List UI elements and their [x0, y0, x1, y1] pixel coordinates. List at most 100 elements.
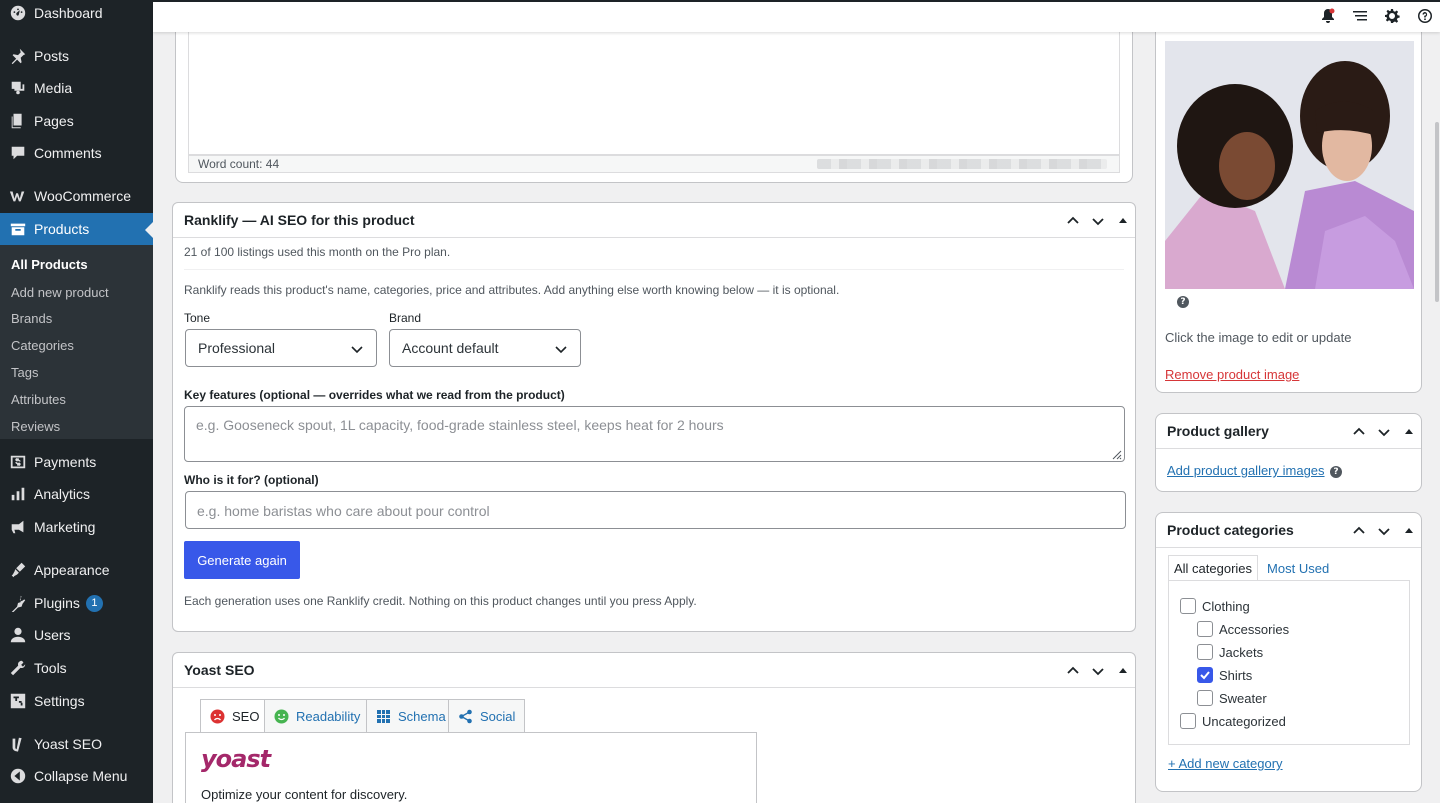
yoast-icon	[8, 734, 28, 754]
menu-users[interactable]: Users	[0, 619, 153, 651]
collapse-triangle-icon[interactable]	[1113, 211, 1132, 230]
menu-media[interactable]: Media	[0, 72, 153, 104]
menu-comments[interactable]: Comments	[0, 137, 153, 169]
checkbox[interactable]	[1197, 621, 1213, 637]
image-edit-hint: Click the image to edit or update	[1165, 330, 1352, 345]
submenu-tags[interactable]: Tags	[11, 365, 38, 380]
collapse-triangle-icon[interactable]	[1113, 661, 1132, 680]
menu-tools[interactable]: Tools	[0, 652, 153, 684]
users-icon	[8, 625, 28, 645]
features-label: Key features (optional — overrides what …	[184, 388, 565, 402]
menu-label: Comments	[34, 145, 102, 161]
submenu-reviews[interactable]: Reviews	[11, 419, 60, 434]
category-label: Sweater	[1219, 690, 1267, 706]
menu-settings[interactable]: Settings	[0, 685, 153, 717]
add-gallery-images-link[interactable]: Add product gallery images	[1167, 463, 1325, 478]
chevron-up-icon[interactable]	[1063, 661, 1082, 680]
chevron-down-icon[interactable]	[1088, 661, 1107, 680]
menu-appearance[interactable]: Appearance	[0, 554, 153, 586]
tab-all-categories[interactable]: All categories	[1168, 555, 1259, 581]
content-editor-area[interactable]	[188, 21, 1120, 155]
remove-product-image-link[interactable]: Remove product image	[1165, 367, 1299, 382]
category-uncategorized[interactable]: Uncategorized	[1180, 713, 1286, 729]
notification-bell-icon[interactable]	[1320, 8, 1336, 24]
page-scrollbar[interactable]	[1434, 32, 1440, 803]
key-features-textarea[interactable]: e.g. Gooseneck spout, 1L capacity, food-…	[184, 406, 1125, 462]
admin-sidebar: Dashboard Posts Media Pages Comments Woo…	[0, 0, 153, 803]
help-icon[interactable]: ?	[1330, 466, 1342, 478]
tab-readability[interactable]: Readability	[264, 699, 371, 732]
grid-icon	[376, 709, 391, 724]
settings-icon	[8, 691, 28, 711]
chevron-down-icon[interactable]	[1088, 211, 1107, 230]
add-new-category-link[interactable]: + Add new category	[1168, 756, 1283, 771]
audience-input[interactable]: e.g. home baristas who care about pour c…	[185, 491, 1126, 529]
menu-woocommerce[interactable]: WooCommerce	[0, 180, 153, 212]
product-image-box: ? Click the image to edit or update Remo…	[1155, 20, 1422, 393]
collapse-triangle-icon[interactable]	[1399, 422, 1418, 441]
word-count: Word count: 44	[198, 157, 280, 171]
submenu-add-new-product[interactable]: Add new product	[11, 285, 109, 300]
plugins-update-badge: 1	[85, 594, 103, 612]
resize-grip-icon[interactable]	[1110, 447, 1122, 460]
ranklify-metabox: Ranklify — AI SEO for this product 21 of…	[172, 202, 1136, 632]
help-icon[interactable]	[1417, 8, 1433, 24]
menu-collapse[interactable]: Collapse Menu	[0, 760, 153, 792]
menu-dashboard[interactable]: Dashboard	[0, 0, 153, 29]
menu-yoast-seo[interactable]: Yoast SEO	[0, 728, 153, 760]
chevron-down-icon[interactable]	[1374, 422, 1393, 441]
category-sweater[interactable]: Sweater	[1197, 690, 1267, 706]
scrollbar-thumb[interactable]	[1435, 122, 1439, 302]
category-shirts[interactable]: Shirts	[1197, 667, 1252, 683]
submenu-brands[interactable]: Brands	[11, 311, 52, 326]
checkbox[interactable]	[1180, 713, 1196, 729]
chevron-down-icon[interactable]	[1374, 521, 1393, 540]
tone-select[interactable]: Professional	[185, 329, 377, 367]
chevron-up-icon[interactable]	[1063, 211, 1082, 230]
list-view-icon[interactable]	[1352, 8, 1368, 24]
checkbox[interactable]	[1180, 598, 1196, 614]
brand-label: Brand	[389, 311, 422, 325]
collapse-triangle-icon[interactable]	[1399, 521, 1418, 540]
audience-placeholder: e.g. home baristas who care about pour c…	[197, 503, 490, 519]
checkbox[interactable]	[1197, 644, 1213, 660]
help-icon[interactable]: ?	[1177, 296, 1189, 308]
checkbox[interactable]	[1197, 690, 1213, 706]
tab-social[interactable]: Social	[448, 699, 526, 732]
yoast-title: Yoast SEO	[184, 662, 255, 678]
category-accessories[interactable]: Accessories	[1197, 621, 1289, 637]
menu-payments[interactable]: Payments	[0, 446, 153, 478]
tab-seo[interactable]: SEO	[200, 699, 270, 733]
gear-icon[interactable]	[1384, 8, 1400, 24]
brand-select[interactable]: Account default	[389, 329, 581, 367]
tab-most-used[interactable]: Most Used	[1262, 555, 1334, 581]
product-image[interactable]	[1165, 41, 1414, 289]
collapse-icon	[8, 766, 28, 786]
products-submenu: All Products Add new product Brands Cate…	[0, 245, 153, 439]
product-categories-box: Product categories All categories Most U…	[1155, 512, 1422, 792]
checkbox-checked[interactable]	[1197, 667, 1213, 683]
word-count-bar: Word count: 44	[188, 155, 1120, 173]
gallery-controls	[1349, 422, 1418, 441]
menu-label: Users	[34, 627, 71, 643]
chevron-down-icon	[350, 342, 364, 356]
submenu-categories[interactable]: Categories	[11, 338, 74, 353]
menu-products[interactable]: Products	[0, 213, 153, 245]
chevron-up-icon[interactable]	[1349, 521, 1368, 540]
menu-plugins[interactable]: Plugins 1	[0, 587, 153, 619]
tab-schema[interactable]: Schema	[366, 699, 456, 732]
chevron-up-icon[interactable]	[1349, 422, 1368, 441]
top-toolbar	[153, 0, 1440, 32]
menu-marketing[interactable]: Marketing	[0, 511, 153, 543]
category-clothing[interactable]: Clothing	[1180, 598, 1250, 614]
content-editor-box: Word count: 44	[175, 20, 1133, 183]
category-label: Uncategorized	[1202, 713, 1286, 729]
menu-analytics[interactable]: Analytics	[0, 478, 153, 510]
category-jackets[interactable]: Jackets	[1197, 644, 1263, 660]
submenu-all-products[interactable]: All Products	[11, 257, 88, 272]
tab-label: SEO	[232, 709, 260, 724]
generate-again-button[interactable]: Generate again	[184, 541, 300, 579]
submenu-attributes[interactable]: Attributes	[11, 392, 66, 407]
menu-pages[interactable]: Pages	[0, 105, 153, 137]
menu-posts[interactable]: Posts	[0, 40, 153, 72]
